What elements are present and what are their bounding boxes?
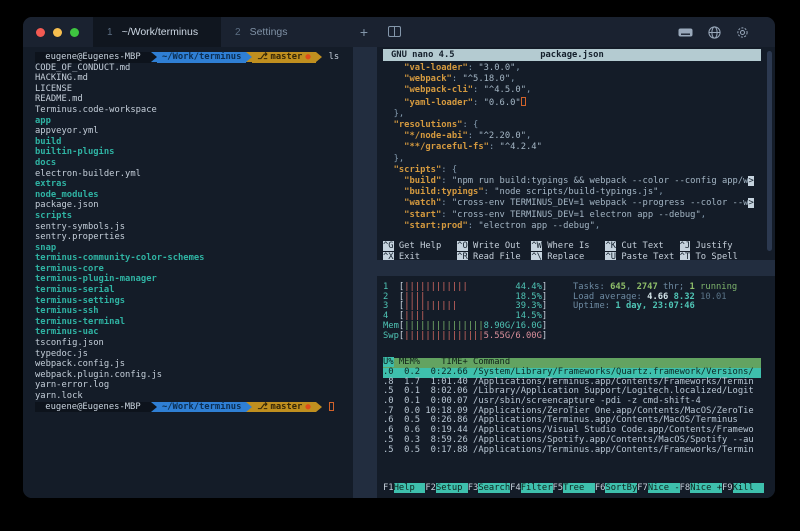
gear-icon[interactable] (736, 26, 749, 39)
nano-filename: package.json (383, 49, 761, 61)
nano-pane[interactable]: package.json GNU nano 4.5 "val-loader": … (377, 47, 775, 260)
scrollbar-thumb[interactable] (767, 51, 772, 251)
tab-title: ~/Work/terminus (122, 26, 199, 38)
tab-work-terminus[interactable]: 1 ~/Work/terminus (93, 17, 221, 47)
nano-shortcut-bar: ^G Get Help ^O Write Out ^W Where Is ^K … (383, 241, 761, 260)
tab-settings[interactable]: 2 Settings (221, 17, 349, 47)
prompt-cwd-segment: ~/Work/terminus (157, 52, 246, 63)
titlebar-actions (678, 17, 775, 47)
split-tab-button[interactable] (379, 17, 409, 47)
pane-area: eugene@Eugenes-MBP ~/Work/terminus ⎇maste… (23, 47, 775, 498)
traffic-lights (23, 17, 93, 47)
typed-command: ls (322, 52, 340, 63)
zoom-button[interactable] (70, 28, 79, 37)
terminal-cursor (329, 402, 334, 411)
git-branch-icon: ⎇ (257, 52, 267, 63)
process-table: U% MEM% TIME+ Command .0 0.2 0:22.66 /Sy… (383, 358, 761, 455)
shell-pane[interactable]: eugene@Eugenes-MBP ~/Work/terminus ⎇maste… (23, 47, 353, 498)
close-button[interactable] (36, 28, 45, 37)
htop-pane[interactable]: 1 [|||||||||||| 44.4%]2 [|||| 18.5%]3 [|… (377, 276, 775, 498)
keyboard-icon[interactable] (678, 28, 693, 37)
prompt-user-segment: eugene@Eugenes-MBP (35, 52, 151, 63)
terminal-window: 1 ~/Work/terminus 2 Settings + (23, 17, 775, 498)
nano-titlebar: package.json GNU nano 4.5 (383, 49, 761, 61)
git-dirty-dot: ● (305, 402, 310, 413)
vertical-pane-splitter[interactable] (353, 47, 377, 498)
tab-bar: 1 ~/Work/terminus 2 Settings + (23, 17, 775, 47)
prompt-git-segment: ⎇master● (252, 402, 315, 413)
htop-function-key-bar: F1Help F2Setup F3SearchF4FilterF5Tree F6… (383, 484, 761, 494)
nano-editor-content: "val-loader": "3.0.0", "webpack": "^5.18… (383, 63, 761, 232)
minimize-button[interactable] (53, 28, 62, 37)
git-dirty-dot: ● (305, 52, 310, 63)
globe-icon[interactable] (708, 26, 721, 39)
tab-index: 1 (107, 27, 113, 38)
htop-stats: Tasks: 645, 2747 thr; 1 runningLoad aver… (573, 283, 737, 312)
tab-index: 2 (235, 27, 241, 38)
right-pane-column: package.json GNU nano 4.5 "val-loader": … (377, 47, 775, 498)
split-icon (388, 24, 401, 40)
prompt-git-segment: ⎇master● (252, 52, 315, 63)
horizontal-pane-splitter[interactable] (377, 260, 775, 276)
shell-prompt-bottom: eugene@Eugenes-MBP ~/Work/terminus ⎇maste… (35, 402, 353, 413)
prompt-cwd-segment: ~/Work/terminus (157, 402, 246, 413)
git-branch-icon: ⎇ (257, 402, 267, 413)
shell-prompt-top: eugene@Eugenes-MBP ~/Work/terminus ⎇maste… (35, 52, 353, 63)
htop-meters: 1 [|||||||||||| 44.4%]2 [|||| 18.5%]3 [|… (383, 283, 761, 341)
new-tab-button[interactable]: + (349, 17, 379, 47)
prompt-user-segment: eugene@Eugenes-MBP (35, 402, 151, 413)
ls-output: CODE_OF_CONDUCT.mdHACKING.mdLICENSEREADM… (35, 63, 353, 402)
tab-title: Settings (250, 26, 288, 38)
